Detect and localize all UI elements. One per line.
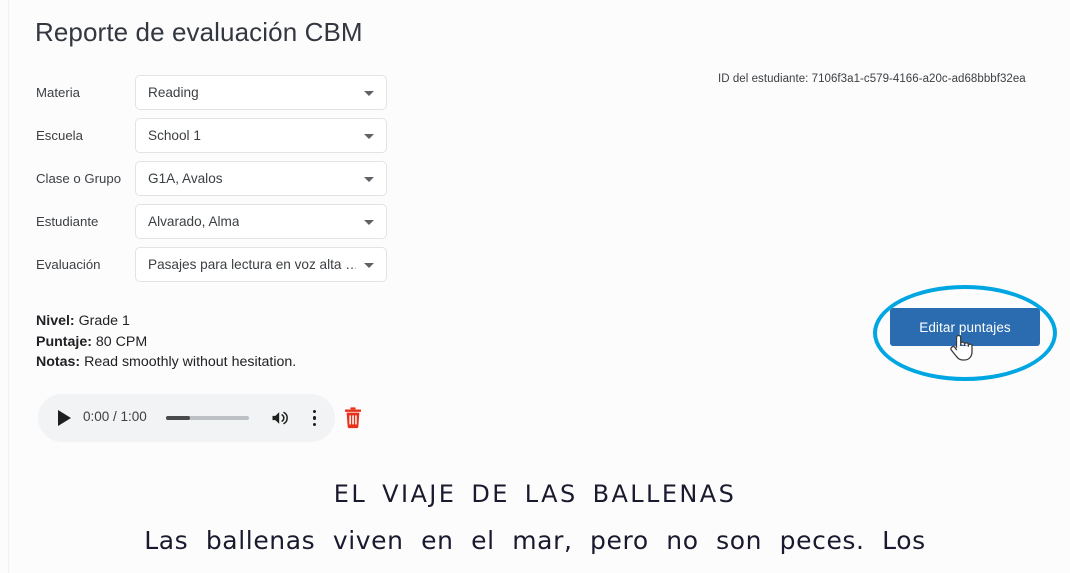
passage-title: EL VIAJE DE LAS BALLENAS	[333, 480, 737, 508]
chevron-down-icon	[364, 220, 374, 225]
detail-level-value: Grade 1	[74, 313, 130, 329]
passage-line-1: Las ballenas viven en el mar, pero no so…	[144, 526, 926, 555]
detail-score-value: 80 CPM	[91, 333, 148, 350]
audio-time-display: 0:00 / 1:00	[83, 409, 147, 424]
class-group-label: Clase o Grupo	[36, 171, 122, 186]
page-title: Reporte de evaluación CBM	[35, 17, 363, 47]
audio-progress-slider[interactable]	[166, 415, 249, 420]
trash-icon[interactable]	[343, 407, 363, 429]
edit-scores-button[interactable]: Editar puntajes	[890, 308, 1040, 346]
class-group-select-value: G1A, Avalos	[148, 171, 223, 186]
more-vertical-icon[interactable]	[306, 408, 324, 428]
class-group-select[interactable]: G1A, Avalos	[135, 161, 387, 196]
school-label: Escuela	[36, 128, 83, 143]
school-select-value: School 1	[148, 128, 201, 143]
chevron-down-icon	[364, 263, 374, 268]
student-select-value: Alvarado, Alma	[148, 214, 240, 229]
form-row-class-group: Clase o Grupo G1A, Avalos	[36, 161, 396, 204]
chevron-down-icon	[364, 91, 374, 96]
school-select[interactable]: School 1	[135, 118, 387, 153]
detail-level-label: Nivel:	[36, 313, 75, 329]
student-select[interactable]: Alvarado, Alma	[135, 204, 387, 239]
reading-passage: EL VIAJE DE LAS BALLENAS Las ballenas vi…	[0, 480, 1070, 555]
chevron-down-icon	[364, 134, 374, 139]
form-row-student: Estudiante Alvarado, Alma	[36, 204, 396, 247]
subject-select[interactable]: Reading	[135, 75, 387, 110]
audio-player: 0:00 / 1:00	[38, 394, 335, 442]
detail-level: Nivel: Grade 1	[36, 311, 296, 332]
play-icon[interactable]	[58, 410, 71, 426]
chevron-down-icon	[364, 177, 374, 182]
detail-notes-value: Read smoothly without hesitation.	[80, 354, 297, 370]
form-row-school: Escuela School 1	[36, 118, 396, 161]
subject-select-value: Reading	[148, 85, 199, 100]
form-row-assessment: Evaluación Pasajes para lectura en voz a…	[36, 247, 396, 290]
assessment-label: Evaluación	[36, 257, 101, 272]
volume-icon[interactable]	[270, 408, 290, 428]
form-row-subject: Materia Reading	[36, 75, 396, 118]
student-label: Estudiante	[36, 214, 99, 229]
audio-progress-fill	[166, 415, 191, 420]
detail-notes-label: Notas:	[36, 354, 81, 370]
assessment-details: Nivel: Grade 1 Puntaje: 80 CPM Notas: Re…	[36, 311, 296, 373]
detail-score-label: Puntaje:	[36, 333, 92, 350]
report-filters-form: Materia Reading Escuela School 1 Clase o…	[36, 75, 396, 290]
detail-notes: Notas: Read smoothly without hesitation.	[36, 352, 296, 373]
detail-score: Puntaje: 80 CPM	[36, 332, 296, 353]
student-id-label: ID del estudiante: 7106f3a1-c579-4166-a2…	[718, 73, 1026, 85]
assessment-select[interactable]: Pasajes para lectura en voz alta …	[135, 247, 387, 282]
assessment-select-value: Pasajes para lectura en voz alta …	[148, 257, 356, 272]
subject-label: Materia	[36, 85, 80, 100]
cbm-report-page: Reporte de evaluación CBM ID del estudia…	[0, 0, 1070, 573]
